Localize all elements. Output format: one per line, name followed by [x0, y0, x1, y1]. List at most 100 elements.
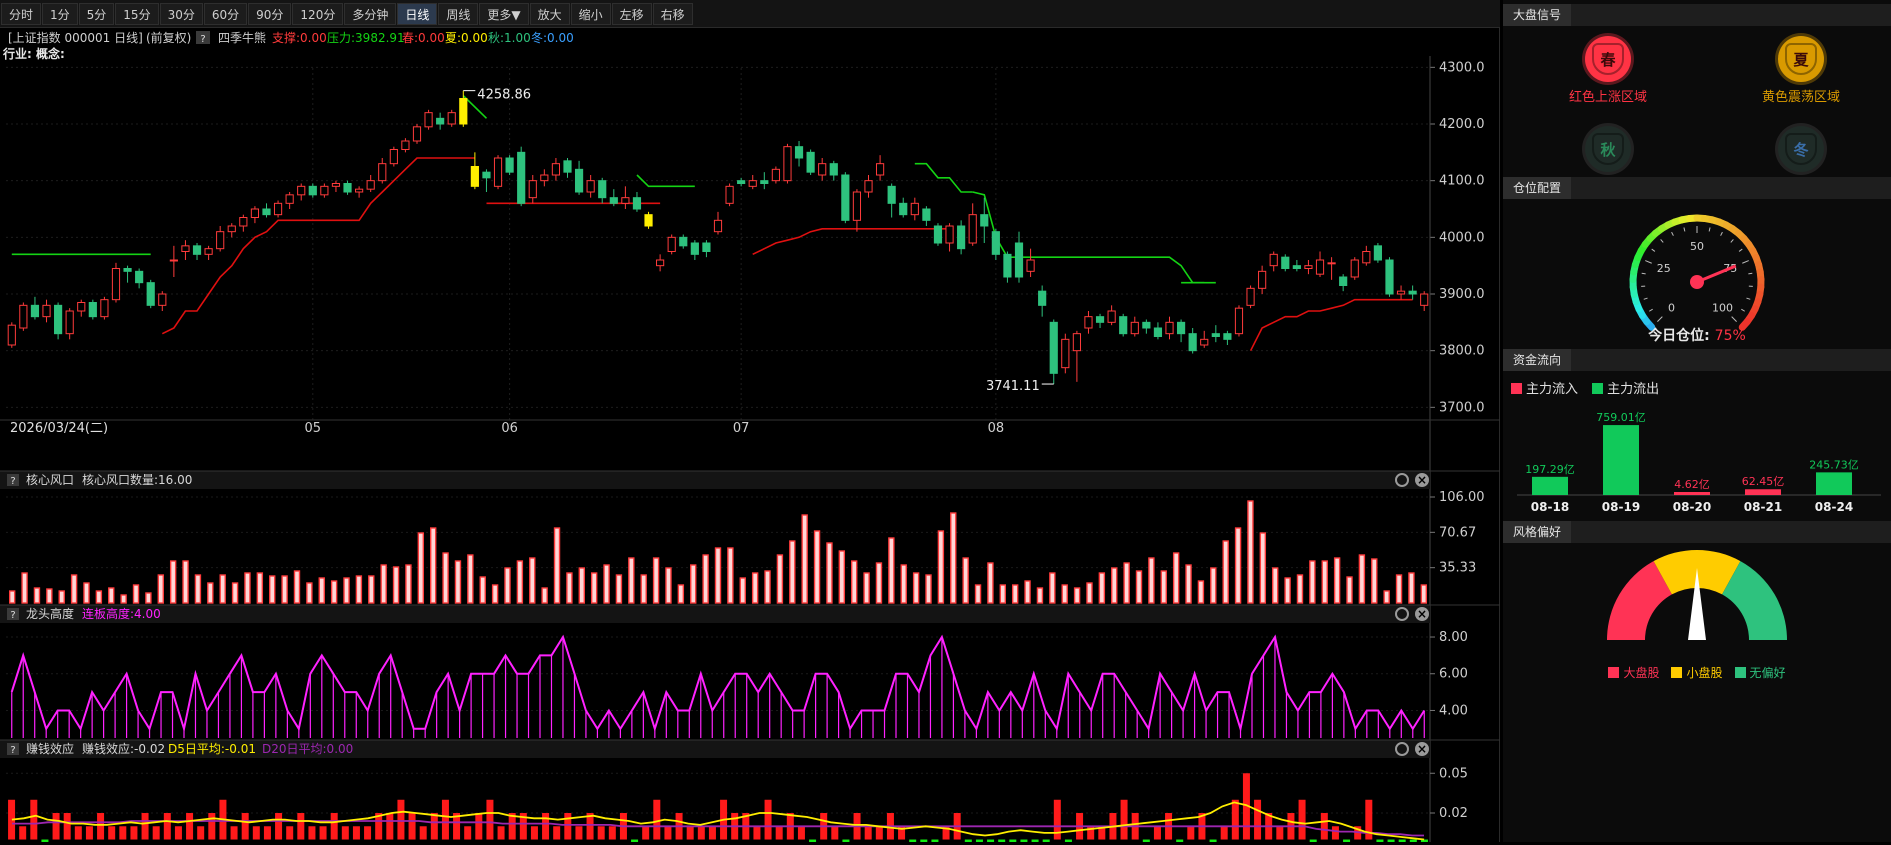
candle-body: [1421, 294, 1428, 305]
core-outlet-bar: [1273, 568, 1278, 603]
gauge-tick: [1721, 232, 1723, 236]
core-outlet-bar: [1310, 561, 1315, 603]
candle: [1397, 286, 1404, 300]
core-outlet-bar: [431, 528, 436, 603]
candle: [1316, 252, 1323, 278]
candle-body: [78, 303, 85, 312]
dragon-height-tick-label-1: 6.00: [1439, 667, 1468, 682]
period-button-3[interactable]: 15分: [115, 3, 158, 25]
core-outlet-bar: [542, 588, 547, 603]
candle: [1178, 320, 1185, 343]
money-effect-bar: [353, 826, 360, 839]
winter-value: 冬:0.00: [531, 30, 574, 45]
cursor-date-label: 2026/03/24(二): [10, 421, 108, 436]
candle-body: [159, 294, 166, 305]
core-outlet-bar: [134, 585, 139, 603]
period-button-7[interactable]: 120分: [292, 3, 343, 25]
candle-body: [101, 300, 108, 317]
candle-body: [31, 305, 38, 316]
period-button-12[interactable]: 放大: [530, 3, 570, 25]
close-icon-glyph: ×: [1417, 742, 1427, 756]
period-button-11[interactable]: 更多▼: [479, 3, 528, 25]
candle: [564, 158, 571, 178]
candle: [958, 220, 965, 254]
core-outlet-value-0: 核心风口数量:16.00: [82, 472, 192, 487]
candle: [541, 169, 548, 186]
candle: [89, 300, 96, 320]
candle: [66, 308, 73, 339]
core-outlet-bar: [938, 531, 943, 603]
style-swatch-0: [1608, 667, 1619, 678]
candle-body: [1201, 339, 1208, 345]
money-effect-bar: [409, 813, 416, 840]
candle-body: [251, 209, 258, 218]
money-effect-bar: [765, 800, 772, 840]
candle: [274, 201, 281, 218]
season-label-0: 红色上涨区域: [1533, 86, 1683, 105]
flow-bar-label-2: 4.62亿: [1674, 478, 1710, 491]
candle: [1015, 232, 1022, 283]
candle: [1421, 291, 1428, 311]
period-button-1[interactable]: 1分: [42, 3, 78, 25]
money-effect-bar: [776, 826, 783, 839]
period-button-10[interactable]: 周线: [438, 3, 478, 25]
money-effect-tick-label-1: 0.02: [1439, 806, 1468, 821]
period-button-2[interactable]: 5分: [79, 3, 115, 25]
money-effect-bar: [186, 813, 193, 840]
core-outlet-bar: [47, 589, 52, 603]
period-button-4[interactable]: 30分: [160, 3, 203, 25]
core-outlet-bar: [493, 585, 498, 603]
gauge-tick: [1748, 273, 1752, 274]
period-button-6[interactable]: 90分: [248, 3, 291, 25]
candle: [1166, 317, 1173, 340]
candle: [298, 184, 305, 201]
money-effect-title: 赚钱效应: [26, 741, 74, 756]
candle: [946, 223, 953, 251]
candle: [923, 206, 930, 226]
core-outlet-bar: [480, 577, 485, 603]
candle: [193, 243, 200, 260]
candle-body: [1409, 291, 1416, 294]
candle: [390, 147, 397, 167]
money-effect-bar: [75, 826, 82, 839]
money-effect-bar: [130, 826, 137, 839]
candle-body: [1235, 308, 1242, 334]
period-button-15[interactable]: 右移: [653, 3, 693, 25]
candle: [1073, 331, 1080, 382]
gauge-tick: [1645, 261, 1651, 264]
chart-svg[interactable]: ?[上证指数 000001 日线](前复权)四季牛熊支撑:0.00压力:3982…: [0, 28, 1500, 842]
candle: [599, 178, 606, 204]
core-outlet-bar: [790, 541, 795, 603]
candle: [1143, 320, 1150, 334]
core-outlet-bar: [1174, 553, 1179, 603]
period-button-0[interactable]: 分时: [1, 3, 41, 25]
summer-value: 夏:0.00: [445, 31, 488, 45]
month-label-3: 08: [988, 421, 1005, 436]
gauge-tick: [1709, 228, 1710, 232]
core-outlet-tick-label-0: 106.00: [1439, 490, 1485, 505]
money-effect-bar: [197, 826, 204, 839]
candle: [992, 229, 999, 260]
signals-header: 大盘信号: [1503, 4, 1891, 26]
core-outlet-bar: [802, 515, 807, 603]
candle: [1062, 334, 1069, 374]
period-button-14[interactable]: 左移: [612, 3, 652, 25]
period-button-8[interactable]: 多分钟: [344, 3, 396, 25]
candle-body: [55, 305, 62, 333]
price-tick-label-4: 3900.0: [1439, 287, 1485, 302]
gauge-tick: [1661, 239, 1664, 242]
candle-body: [564, 161, 571, 172]
period-button-9[interactable]: 日线: [397, 3, 437, 25]
style-header: 风格偏好: [1503, 521, 1891, 543]
period-button-5[interactable]: 60分: [204, 3, 247, 25]
core-outlet-bar: [1335, 558, 1340, 603]
chart-area[interactable]: ?[上证指数 000001 日线](前复权)四季牛熊支撑:0.00压力:3982…: [0, 28, 1500, 842]
candle: [1282, 254, 1289, 271]
gauge-tick: [1739, 249, 1742, 251]
period-button-13[interactable]: 缩小: [571, 3, 611, 25]
candle-body: [888, 186, 895, 203]
money-effect-bar: [1221, 826, 1228, 839]
candle-body: [1282, 257, 1289, 268]
core-outlet-bar: [616, 575, 621, 603]
core-outlet-bar: [1186, 565, 1191, 603]
